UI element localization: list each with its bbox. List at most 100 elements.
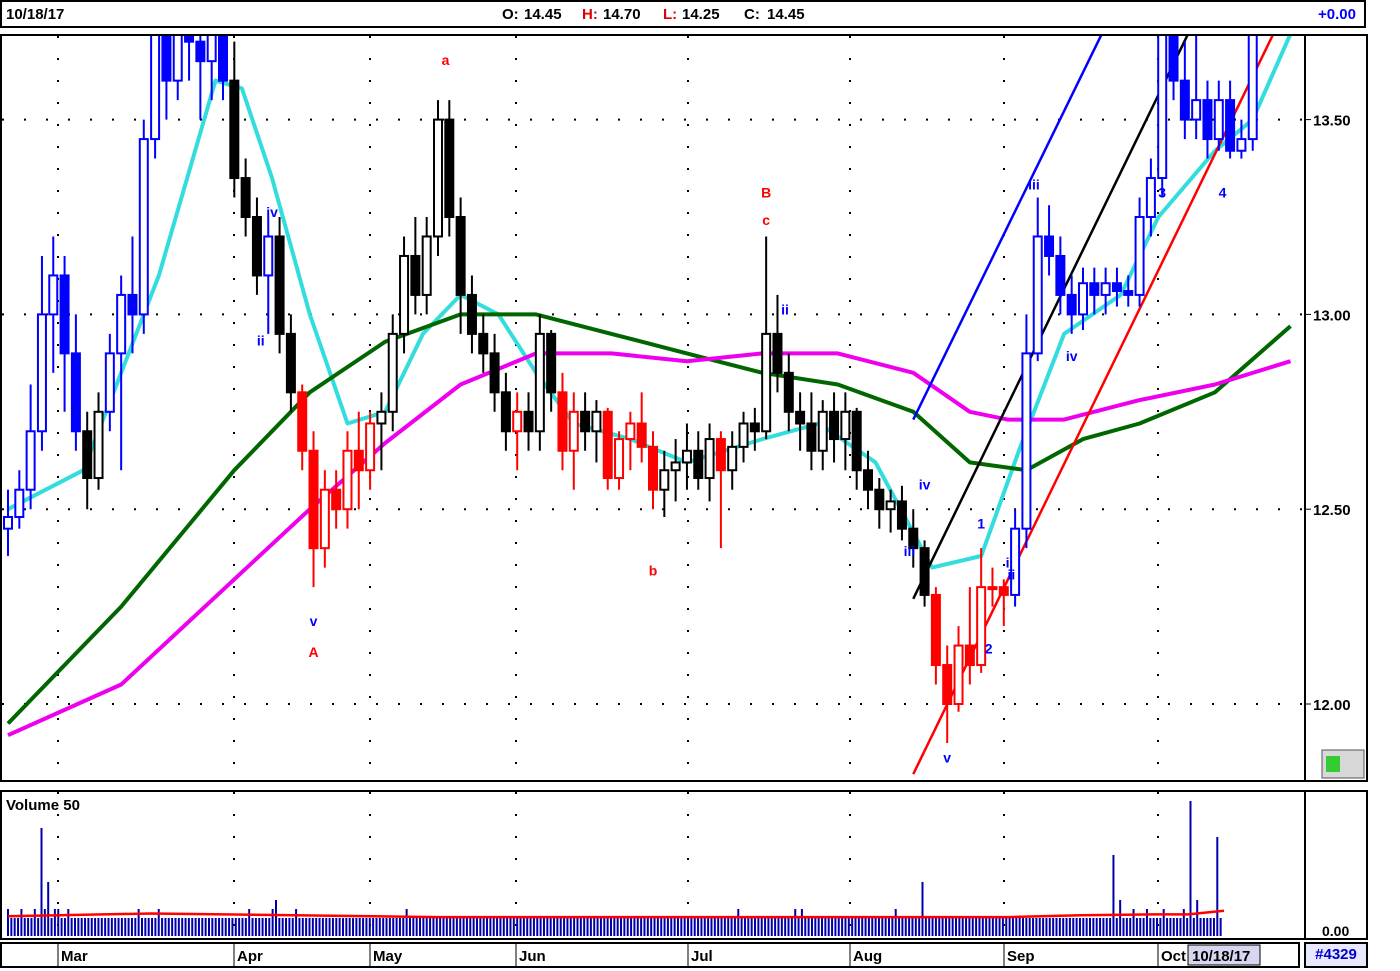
open-label: O: — [502, 6, 519, 23]
price-bar-body — [546, 332, 557, 394]
symbol-count: #4329 — [1304, 942, 1368, 968]
close-label: C: — [744, 6, 760, 23]
price-bar-body — [534, 332, 545, 433]
price-bar-body — [1021, 352, 1032, 530]
price-bar-body — [229, 79, 240, 180]
price-bar-body — [70, 352, 81, 433]
price-bar-body — [218, 1, 228, 82]
price-bar-body — [263, 235, 274, 277]
month-label: Apr — [237, 948, 263, 965]
price-bar-body — [885, 500, 896, 511]
price-bar-body — [591, 410, 602, 433]
price-bar-body — [761, 332, 772, 433]
price-bar-body — [772, 332, 783, 374]
price-bar-body — [795, 410, 806, 425]
time-axis[interactable]: Mar Apr May Jun Jul Aug Sep Oct 10/18/17 — [0, 942, 1300, 968]
price-bar-body — [1225, 99, 1236, 152]
price-bar-body — [863, 469, 873, 491]
price-chart: 15.0014.5014.0013.5013.0012.5012.0015.17… — [2, 0, 1365, 834]
price-bar-body — [715, 438, 726, 472]
price-bar-body — [1236, 138, 1247, 152]
price-bar-body — [998, 586, 1009, 596]
price-bar-body — [433, 118, 443, 238]
price-bar-body — [806, 422, 817, 452]
high-value: 14.70 — [603, 6, 641, 23]
moving-average-line — [6, 312, 1292, 725]
month-label: Mar — [61, 948, 88, 965]
month-label: Aug — [853, 948, 882, 965]
wave-label: 4 — [1219, 185, 1227, 201]
price-bar-body — [1168, 0, 1179, 82]
wave-label: 3 — [1158, 185, 1166, 201]
price-bar-body — [1010, 527, 1021, 596]
price-chart-pane[interactable]: 15.0014.5014.0013.5013.0012.5012.0015.17… — [0, 0, 1368, 834]
price-bar-body — [693, 449, 704, 480]
price-bar-body — [25, 430, 36, 491]
wave-label: v — [310, 613, 318, 629]
close-value: 14.45 — [767, 6, 805, 23]
high-label: H: — [582, 6, 598, 23]
price-bar-body — [376, 410, 387, 425]
price-bar-body — [1032, 235, 1043, 355]
price-bar-body — [172, 0, 183, 82]
month-label: Jun — [519, 948, 546, 965]
price-bar-body — [1247, 0, 1258, 141]
month-label: Jul — [691, 948, 713, 965]
volume-pane[interactable]: Volume 50 0.00 — [0, 790, 1368, 940]
price-bar-body — [568, 410, 579, 452]
price-bar-body — [116, 293, 127, 355]
price-bar-body — [353, 449, 364, 472]
wave-label: c — [762, 212, 770, 228]
price-bar-body — [704, 438, 715, 480]
price-bar-body — [195, 40, 206, 63]
price-bar-body — [104, 352, 115, 413]
low-value: 14.25 — [682, 6, 720, 23]
price-bar-body — [240, 177, 251, 218]
price-bar-body — [851, 410, 862, 472]
volume-axis-label: 0.00 — [1322, 923, 1349, 938]
time-axis-svg: Mar Apr May Jun Jul Aug Sep Oct 10/18/17 — [57, 944, 1261, 966]
price-bar-body — [1055, 254, 1066, 296]
price-bar-body — [308, 449, 319, 550]
price-bar-body — [150, 0, 161, 141]
volume-average-line — [7, 909, 1225, 919]
price-bar-body — [274, 235, 285, 335]
wave-label: v — [943, 749, 951, 765]
price-bar-body — [829, 410, 840, 441]
chart-tool-icon-fill — [1326, 756, 1340, 772]
price-bar-body — [206, 1, 217, 63]
wave-label: 2 — [985, 640, 993, 656]
price-bar-body — [930, 593, 941, 667]
quote-date: 10/18/17 — [6, 6, 65, 23]
price-bar-body — [659, 469, 670, 491]
trend-line — [912, 0, 1120, 421]
wave-label: ii — [781, 301, 789, 317]
price-bar-body — [444, 118, 455, 218]
price-tick-label: 13.00 — [1313, 307, 1351, 324]
price-tick-label: 13.50 — [1313, 113, 1351, 130]
price-bar-body — [670, 461, 681, 472]
price-bar-body — [602, 410, 613, 480]
price-bar-body — [161, 0, 172, 82]
price-bar-body — [840, 410, 851, 441]
price-bar-body — [1179, 79, 1190, 121]
price-bar-body — [738, 422, 749, 448]
month-label: May — [373, 948, 403, 965]
price-bar-body — [749, 422, 760, 433]
low-label: L: — [663, 6, 678, 23]
month-label: Sep — [1007, 948, 1035, 965]
price-bar-body — [727, 445, 738, 472]
price-bar-body — [1100, 282, 1111, 296]
price-bar-body — [1213, 99, 1224, 141]
price-bar-body — [557, 391, 568, 452]
price-bar-body — [342, 449, 353, 511]
price-bar-body — [1134, 216, 1145, 296]
price-bar-body — [953, 644, 964, 705]
price-bar-body — [964, 644, 975, 667]
price-bar-body — [478, 332, 489, 355]
wave-label: iv — [919, 477, 931, 493]
price-bar-body — [1123, 290, 1134, 296]
price-bar-body — [489, 352, 500, 394]
price-bar-body — [127, 293, 138, 316]
price-bar-body — [874, 488, 885, 511]
